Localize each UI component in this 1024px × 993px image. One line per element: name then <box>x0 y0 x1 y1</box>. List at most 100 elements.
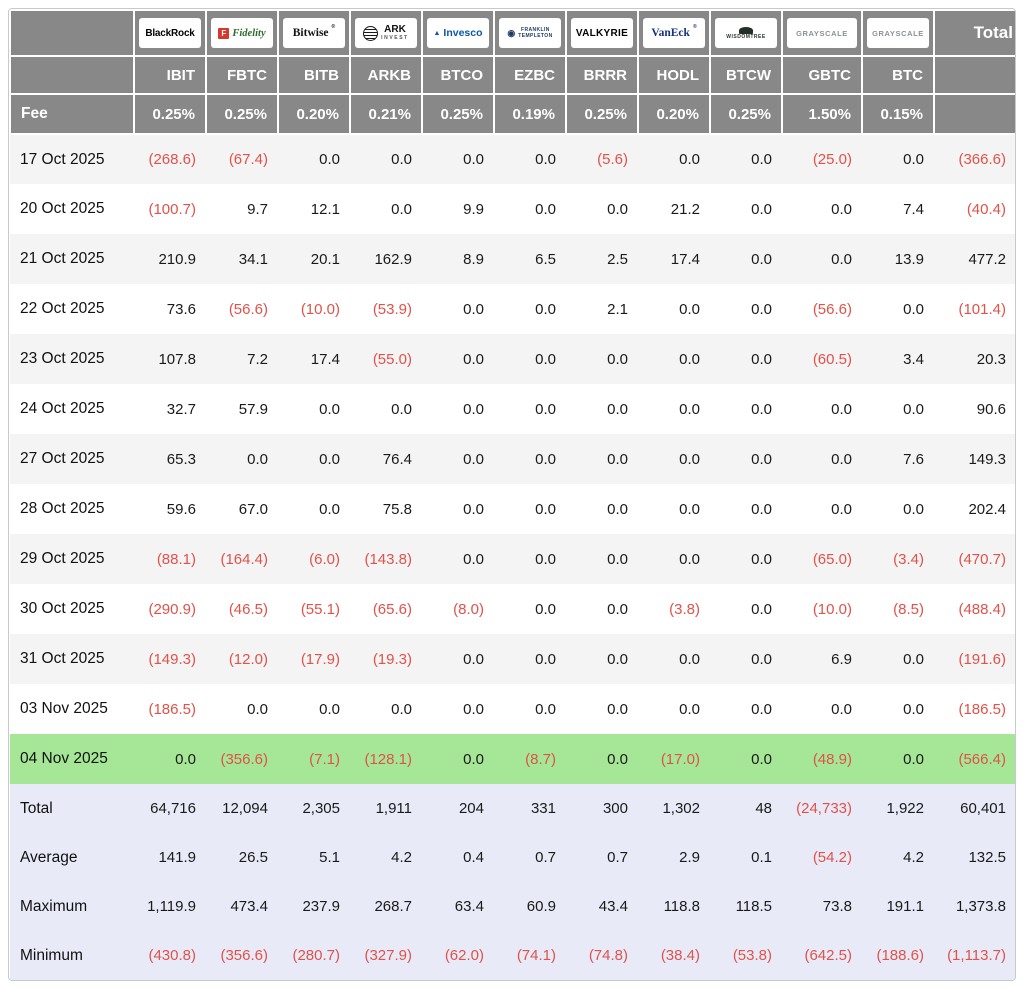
value-cell-gbtc: 0.0 <box>782 184 862 234</box>
wisdomtree-logo-stack: WISDOMTREE <box>726 27 765 40</box>
summary-value-fbtc: 473.4 <box>206 882 278 931</box>
flow-row-17-oct-2025: 17 Oct 2025(268.6)(67.4)0.00.00.00.0(5.6… <box>10 134 1016 184</box>
value-cell-hodl: 0.0 <box>638 634 710 684</box>
value-cell-ezbc: 0.0 <box>494 484 566 534</box>
ticker-arkb: ARKB <box>350 56 422 94</box>
etf-flow-page: BlackRockFFidelityBitwise®ARKINVEST▲Inve… <box>0 0 1024 993</box>
date-cell: 04 Nov 2025 <box>10 734 134 784</box>
summary-total-cell: 60,401 <box>934 784 1016 833</box>
value-cell-arkb: 0.0 <box>350 134 422 184</box>
header-corner <box>10 10 134 56</box>
bitwise: Bitwise <box>293 27 329 39</box>
row-total-cell: 149.3 <box>934 434 1016 484</box>
value-cell-brrr: 0.0 <box>566 684 638 734</box>
value-cell-btco: 0.0 <box>422 434 494 484</box>
date-cell: 29 Oct 2025 <box>10 534 134 584</box>
value-cell-bitb: (10.0) <box>278 284 350 334</box>
flow-row-23-oct-2025: 23 Oct 2025107.87.217.4(55.0)0.00.00.00.… <box>10 334 1016 384</box>
value-cell-ibit: 32.7 <box>134 384 206 434</box>
fee-bitb: 0.20% <box>278 94 350 134</box>
summary-value-arkb: 4.2 <box>350 833 422 882</box>
value-cell-fbtc: 0.0 <box>206 434 278 484</box>
date-cell: 03 Nov 2025 <box>10 684 134 734</box>
flow-row-04-nov-2025: 04 Nov 20250.0(356.6)(7.1)(128.1)0.0(8.7… <box>10 734 1016 784</box>
summary-value-bitb: (280.7) <box>278 931 350 980</box>
summary-value-gbtc: (54.2) <box>782 833 862 882</box>
table-header: BlackRockFFidelityBitwise®ARKINVEST▲Inve… <box>10 10 1016 134</box>
value-cell-arkb: 76.4 <box>350 434 422 484</box>
value-cell-btco: 0.0 <box>422 134 494 184</box>
issuer-header-blackrock-0: BlackRock <box>134 10 206 56</box>
ticker-row-corner <box>10 56 134 94</box>
summary-value-brrr: 43.4 <box>566 882 638 931</box>
value-cell-arkb: 162.9 <box>350 234 422 284</box>
summary-value-hodl: 118.8 <box>638 882 710 931</box>
issuer-header-grayscale-10: GRAYSCALE <box>862 10 934 56</box>
summary-value-brrr: (74.8) <box>566 931 638 980</box>
value-cell-brrr: (5.6) <box>566 134 638 184</box>
table-container: BlackRockFFidelityBitwise®ARKINVEST▲Inve… <box>8 8 1016 981</box>
value-cell-bitb: (17.9) <box>278 634 350 684</box>
value-cell-btco: 9.9 <box>422 184 494 234</box>
value-cell-fbtc: (12.0) <box>206 634 278 684</box>
summary-value-hodl: 1,302 <box>638 784 710 833</box>
summary-rows: Total64,71612,0942,3051,9112043313001,30… <box>10 784 1016 980</box>
value-cell-ezbc: 0.0 <box>494 584 566 634</box>
value-cell-btcw: 0.0 <box>710 284 782 334</box>
date-cell: 23 Oct 2025 <box>10 334 134 384</box>
summary-label: Total <box>10 784 134 833</box>
flow-row-22-oct-2025: 22 Oct 202573.6(56.6)(10.0)(53.9)0.00.02… <box>10 284 1016 334</box>
summary-row-average: Average141.926.55.14.20.40.70.72.90.1(54… <box>10 833 1016 882</box>
value-cell-brrr: 0.0 <box>566 634 638 684</box>
summary-value-bitb: 237.9 <box>278 882 350 931</box>
row-total-cell: (470.7) <box>934 534 1016 584</box>
value-cell-ibit: (88.1) <box>134 534 206 584</box>
value-cell-ezbc: 0.0 <box>494 134 566 184</box>
ticker-btco: BTCO <box>422 56 494 94</box>
value-cell-bitb: 17.4 <box>278 334 350 384</box>
summary-value-btcw: 48 <box>710 784 782 833</box>
summary-value-btcw: 0.1 <box>710 833 782 882</box>
value-cell-btco: 0.0 <box>422 634 494 684</box>
value-cell-btco: 0.0 <box>422 484 494 534</box>
summary-value-arkb: (327.9) <box>350 931 422 980</box>
value-cell-fbtc: (356.6) <box>206 734 278 784</box>
ark-text: ARK <box>384 25 406 35</box>
flow-row-31-oct-2025: 31 Oct 2025(149.3)(12.0)(17.9)(19.3)0.00… <box>10 634 1016 684</box>
value-cell-btc: 0.0 <box>862 484 934 534</box>
issuer-header-valkyrie-6: VALKYRIE <box>566 10 638 56</box>
value-cell-btco: 0.0 <box>422 284 494 334</box>
ticker-fbtc: FBTC <box>206 56 278 94</box>
value-cell-btc: 0.0 <box>862 284 934 334</box>
value-cell-ibit: 0.0 <box>134 734 206 784</box>
row-total-cell: 20.3 <box>934 334 1016 384</box>
value-cell-hodl: 0.0 <box>638 684 710 734</box>
summary-value-ezbc: 0.7 <box>494 833 566 882</box>
flow-rows: 17 Oct 2025(268.6)(67.4)0.00.00.00.0(5.6… <box>10 134 1016 784</box>
value-cell-gbtc: 0.0 <box>782 484 862 534</box>
value-cell-fbtc: (67.4) <box>206 134 278 184</box>
fee-row: Fee0.25%0.25%0.20%0.21%0.25%0.19%0.25%0.… <box>10 94 1016 134</box>
ark-icon <box>363 26 378 41</box>
row-total-cell: 477.2 <box>934 234 1016 284</box>
value-cell-btco: 0.0 <box>422 534 494 584</box>
summary-value-brrr: 300 <box>566 784 638 833</box>
value-cell-arkb: 0.0 <box>350 384 422 434</box>
vaneck-logo: VanEck® <box>643 18 705 48</box>
summary-value-btcw: (53.8) <box>710 931 782 980</box>
valkyrie: VALKYRIE <box>576 28 628 39</box>
value-cell-gbtc: (10.0) <box>782 584 862 634</box>
value-cell-gbtc: 0.0 <box>782 684 862 734</box>
summary-value-btc: 1,922 <box>862 784 934 833</box>
value-cell-hodl: 0.0 <box>638 334 710 384</box>
ticker-row-total-spacer <box>934 56 1016 94</box>
summary-label: Average <box>10 833 134 882</box>
value-cell-arkb: (55.0) <box>350 334 422 384</box>
value-cell-fbtc: (46.5) <box>206 584 278 634</box>
value-cell-ibit: (186.5) <box>134 684 206 734</box>
flow-row-24-oct-2025: 24 Oct 202532.757.90.00.00.00.00.00.00.0… <box>10 384 1016 434</box>
value-cell-hodl: (17.0) <box>638 734 710 784</box>
date-cell: 21 Oct 2025 <box>10 234 134 284</box>
value-cell-btcw: 0.0 <box>710 384 782 434</box>
value-cell-hodl: 0.0 <box>638 384 710 434</box>
